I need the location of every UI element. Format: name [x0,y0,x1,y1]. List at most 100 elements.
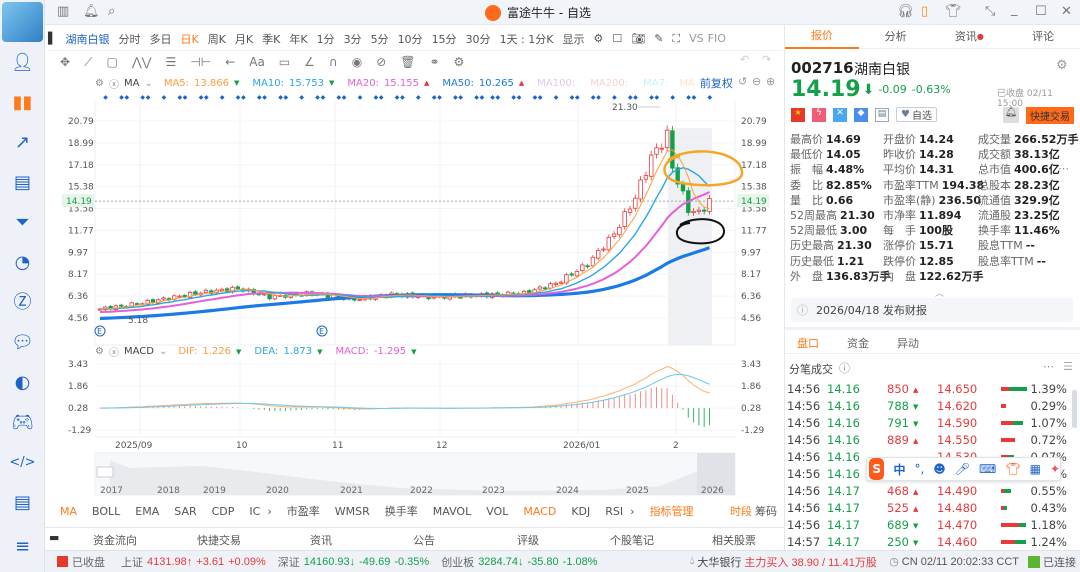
tab-notes[interactable]: 个股笔记 [610,532,654,548]
ime-lang-toggle[interactable]: 中 [893,461,905,478]
candle [543,287,548,290]
indicator-boll[interactable]: BOLL [92,505,120,518]
connect-icon[interactable]: ✕ [833,107,847,122]
scrollbar[interactable] [1072,390,1077,428]
tab-rating[interactable]: 评级 [517,532,539,548]
stat-item: 昨收价 14.28 [883,146,954,162]
candle [606,236,611,251]
tick-direction-icon: ▼ [913,403,919,411]
indicator-vol[interactable]: VOL [486,505,508,518]
tab-related[interactable]: 相关股票 [712,532,756,548]
macd-label[interactable]: MACD [124,346,154,357]
minimize-button[interactable]: _ [1011,2,1018,17]
candle [664,129,670,149]
keyboard-icon[interactable]: ⌨ [979,462,996,476]
indicator-sar[interactable]: SAR [174,505,196,518]
watchlist-button[interactable]: ♥ 自选 [896,107,937,122]
indicator-ic[interactable]: IC [249,505,260,518]
emoji-icon[interactable]: ☻ [933,462,946,476]
tab-quote[interactable]: 报价 [785,25,859,49]
tab-orderbook[interactable]: 盘口 [797,335,819,351]
mic-icon[interactable]: 🎤︎ [955,462,970,476]
macd-close-icon[interactable]: ⓧ [109,344,119,359]
chips-toggle[interactable]: 筹码 [755,503,777,519]
more-icon[interactable]: ⋯ [1043,360,1054,373]
tab-info[interactable]: 资讯● [933,26,1007,48]
gear-icon[interactable]: ⚙ [1056,58,1068,73]
tick-price: 14.17 [827,518,860,532]
info-icon[interactable]: ⓘ [839,360,850,376]
ime-punct-toggle[interactable]: °, [914,462,924,476]
collapse-panel-icon[interactable]: ▬ [49,531,59,544]
connection-status: 已连接 [1043,556,1076,569]
tab-analysis[interactable]: 分析 [859,26,933,48]
stat-value: 82.85% [826,178,872,192]
chevron-right-icon[interactable]: › [267,505,271,518]
skin-icon[interactable]: 👕︎ [1005,462,1020,476]
candle [357,298,362,301]
candle [219,288,225,292]
more-icon[interactable]: ⋯ [1058,162,1069,175]
toolbox-icon[interactable]: ▦ [1030,462,1041,476]
close-button[interactable]: ✕ [1061,4,1072,19]
bottle-icon[interactable]: ▯ [921,4,928,19]
tick-volume: 889 [887,433,909,447]
mascot-icon[interactable]: ✦ [1050,462,1060,476]
headset-icon[interactable]: 🎧︎ [897,4,914,19]
indicator-rsi[interactable]: RSI [605,505,623,518]
quick-trade-button[interactable]: 快捷交易 [1026,107,1074,124]
kline-chart[interactable]: 20.79 20.79 18.99 18.99 17.18 17.18 15.38 15.38… [0,0,785,520]
news-ticker[interactable]: 主力买入 38.90 / 11.41万股 [744,554,876,570]
earnings-notice[interactable]: ⓘ 2026/04/18 发布财报 [791,298,1073,322]
shirt-icon[interactable]: 👕︎ [945,4,962,19]
chevron-right-icon[interactable]: › [630,505,634,518]
indicator-macd[interactable]: MACD [523,505,556,518]
price-tick-right: 17.18 [741,161,767,171]
margin-icon[interactable]: ϟ [812,107,826,122]
session-toggle[interactable]: 时段 [730,503,752,519]
index-sz-label[interactable]: 深证 [278,554,300,570]
alert-bell-icon[interactable]: 🔔︎ [1003,107,1019,123]
candle [134,303,140,305]
overview-year-label: 2024 [556,486,579,496]
tab-announcements[interactable]: 公告 [413,532,435,548]
collapse-icon[interactable]: ⤡ [985,4,995,19]
indicator-ma[interactable]: MA [60,505,77,518]
indicator-manage[interactable]: 指标管理 [650,503,694,519]
down-icon: ▼ [235,347,242,356]
indicator-wmsr[interactable]: WMSR [335,505,370,518]
macd-settings-icon[interactable]: ⚙ [95,346,104,357]
tick-volume: 788 [887,399,909,413]
maximize-button[interactable]: ☐ [1035,4,1047,19]
event-dot-icon: ◆ [236,94,241,101]
list-icon[interactable]: ☰ [1063,360,1073,373]
indicator-pe[interactable]: 市盈率 [287,503,320,519]
candle [272,295,278,300]
tab-capital[interactable]: 资金 [847,335,869,351]
news-stock[interactable]: 大华银行 [697,554,741,570]
stat-item: 52周最低 3.00 [790,222,867,238]
sogou-logo-icon[interactable]: S [869,458,885,480]
tab-quick-trade[interactable]: 快捷交易 [197,532,241,548]
indicator-turnover[interactable]: 换手率 [385,503,418,519]
indicator-cdp[interactable]: CDP [212,505,235,518]
menu-icon[interactable]: ≡ [0,532,45,562]
tab-comments[interactable]: 评论 [1006,26,1080,48]
indicator-kdj[interactable]: KDJ [571,505,590,518]
indicator-mavol[interactable]: MAVOL [433,505,471,518]
tab-fund-flow[interactable]: 资金流向 [93,532,137,548]
stat-label: 跌停价 [883,254,916,268]
chevron-down-icon[interactable]: ⌄ [159,346,167,357]
stat-value: 14.24 [919,133,954,146]
tab-news[interactable]: 资讯 [310,532,332,548]
tick-volume: 791 [887,416,909,430]
index-sh-label[interactable]: 上证 [121,554,143,570]
price-tick-left: 17.18 [68,161,94,171]
indicator-ema[interactable]: EMA [135,505,159,518]
tab-movements[interactable]: 异动 [897,335,919,351]
tag-icon[interactable]: ◆ [854,107,868,122]
tick-volume: 250 [887,535,909,549]
tick-level-price: 14.620 [937,399,978,413]
index-cy-label[interactable]: 创业板 [441,554,474,570]
note-icon[interactable]: ▤ [875,107,889,122]
